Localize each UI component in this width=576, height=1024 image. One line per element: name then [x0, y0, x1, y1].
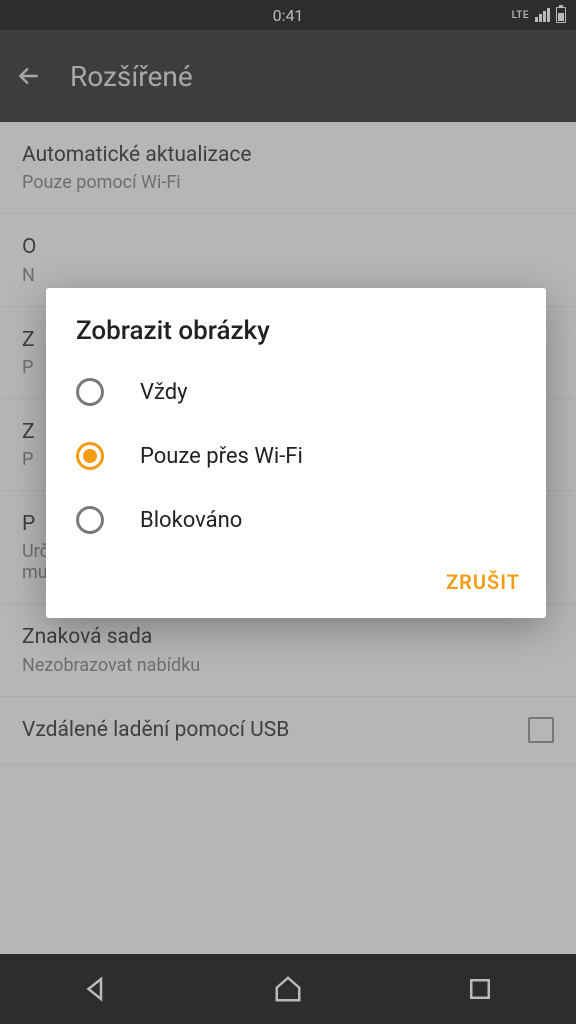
radio-icon [76, 442, 104, 470]
dialog-title: Zobrazit obrázky [46, 316, 546, 360]
radio-icon [76, 378, 104, 406]
dialog-actions: ZRUŠIT [46, 552, 546, 604]
radio-label: Vždy [140, 380, 188, 405]
cancel-button[interactable]: ZRUŠIT [446, 570, 520, 594]
radio-option-wifi[interactable]: Pouze přes Wi-Fi [46, 424, 546, 488]
dialog-show-images: Zobrazit obrázky Vždy Pouze přes Wi-Fi B… [46, 288, 546, 618]
radio-label: Blokováno [140, 508, 242, 533]
radio-option-always[interactable]: Vždy [46, 360, 546, 424]
radio-icon [76, 506, 104, 534]
radio-option-blocked[interactable]: Blokováno [46, 488, 546, 552]
radio-label: Pouze přes Wi-Fi [140, 444, 303, 469]
